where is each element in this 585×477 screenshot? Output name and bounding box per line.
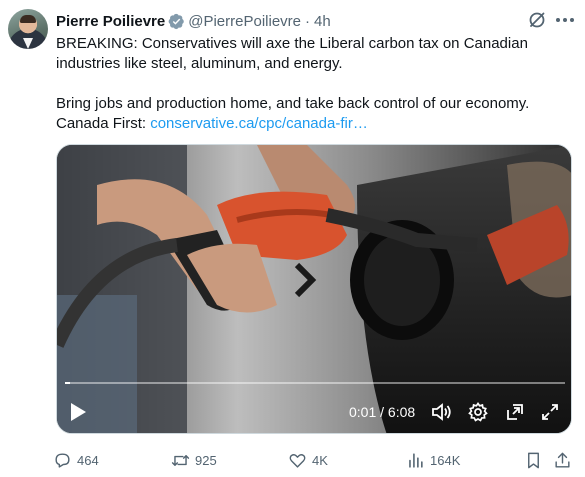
more-button[interactable] — [554, 9, 576, 31]
post-time[interactable]: 4h — [314, 13, 331, 30]
pip-icon — [507, 404, 523, 420]
author-handle[interactable]: @PierrePoilievre — [188, 13, 301, 30]
views-button[interactable]: 164K — [406, 448, 460, 472]
author-name[interactable]: Pierre Poilievre — [56, 13, 165, 30]
tweet-header: Pierre Poilievre @PierrePoilievre · 4h — [56, 11, 331, 31]
video-progress-fill — [65, 382, 70, 384]
grok-icon — [529, 12, 545, 28]
repost-button[interactable]: 925 — [171, 448, 217, 472]
tweet-line-1: BREAKING: Conservatives will axe the Lib… — [56, 35, 528, 72]
play-button[interactable] — [65, 398, 91, 426]
reply-button[interactable]: 464 — [53, 448, 99, 472]
video-timecode: 0:01 / 6:08 — [349, 404, 416, 420]
author-avatar[interactable] — [8, 9, 48, 49]
repost-count: 925 — [195, 452, 217, 468]
share-icon — [555, 452, 570, 468]
play-icon — [71, 403, 86, 421]
verified-badge-icon — [168, 13, 184, 29]
heart-icon — [289, 453, 306, 468]
volume-button[interactable] — [429, 398, 455, 426]
tweet-link[interactable]: conservative.ca/cpc/canada-fir… — [150, 115, 368, 132]
reply-count: 464 — [77, 452, 99, 468]
views-count: 164K — [430, 452, 461, 468]
like-count: 4K — [312, 452, 328, 468]
gear-icon — [468, 402, 488, 422]
share-button[interactable] — [553, 448, 577, 472]
video-player[interactable]: 0:01 / 6:08 — [56, 144, 572, 434]
tweet-text: BREAKING: Conservatives will axe the Lib… — [56, 34, 576, 134]
bookmark-button[interactable] — [524, 448, 548, 472]
video-progress-track[interactable] — [65, 382, 565, 384]
views-icon — [409, 452, 423, 468]
fullscreen-icon — [542, 404, 558, 420]
settings-button[interactable] — [465, 398, 491, 426]
bookmark-icon — [528, 452, 539, 468]
retweet-icon — [171, 454, 190, 466]
pip-button[interactable] — [502, 398, 528, 426]
separator-dot: · — [305, 12, 310, 30]
tweet-line-2: Bring jobs and production home, and take… — [56, 94, 576, 134]
grok-button[interactable] — [526, 9, 548, 31]
more-icon — [556, 18, 574, 22]
volume-icon — [432, 403, 451, 421]
video-frame — [57, 145, 571, 433]
reply-icon — [55, 452, 70, 468]
like-button[interactable]: 4K — [288, 448, 328, 472]
action-bar: 464 925 4K 164K — [50, 448, 580, 472]
fullscreen-button[interactable] — [537, 398, 563, 426]
